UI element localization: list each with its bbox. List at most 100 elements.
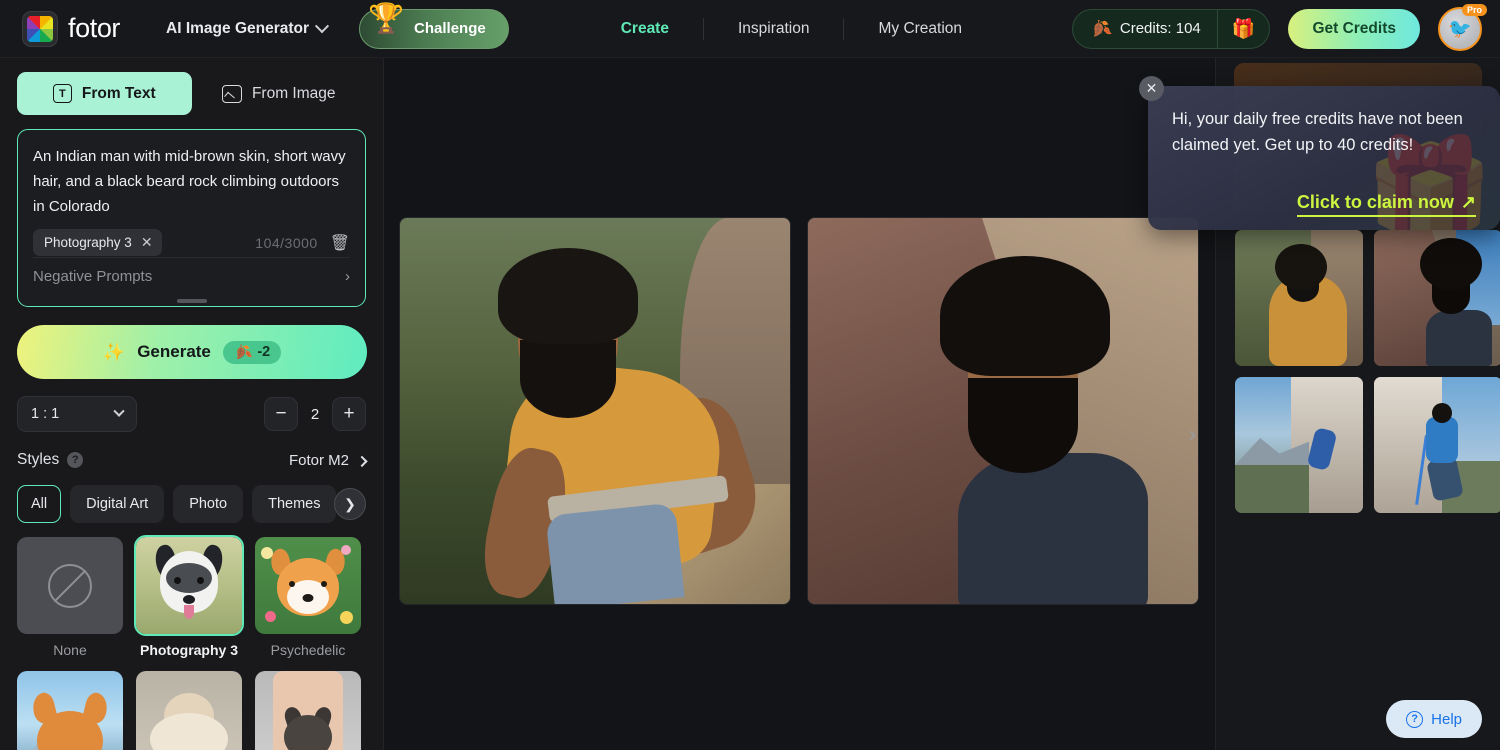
category-all[interactable]: All [17, 485, 62, 523]
fotor-color-wheel-icon [22, 10, 58, 47]
claim-credits-label: Click to claim now [1296, 192, 1454, 212]
aspect-ratio-select[interactable]: 1 : 1 [17, 396, 137, 432]
main-canvas: › [385, 58, 1215, 750]
decrease-count-button[interactable]: − [264, 397, 298, 431]
history-thumbnail-2[interactable] [1374, 230, 1500, 366]
aspect-ratio-value: 1 : 1 [31, 406, 60, 422]
help-button[interactable]: ? Help [1386, 700, 1482, 738]
generated-image-1[interactable] [400, 218, 790, 604]
tab-from-image[interactable]: From Image [192, 72, 367, 115]
shiba-flowers-thumbnail [255, 537, 361, 634]
style-chip-label: Photography 3 [44, 235, 132, 250]
generation-controls-row: 1 : 1 − 2 + [17, 396, 366, 432]
brand-logo[interactable]: fotor [22, 10, 121, 47]
style-option-psychedelic[interactable]: Psychedelic [255, 537, 361, 658]
style-option-row2-1[interactable] [17, 671, 123, 750]
styles-header: Styles ? Fotor M2 [17, 451, 368, 469]
cat-tattoo-thumbnail [255, 671, 361, 750]
history-thumbnail-3[interactable] [1235, 377, 1363, 513]
tab-from-image-label: From Image [251, 84, 336, 102]
history-thumbnail-4[interactable] [1374, 377, 1500, 513]
style-option-row2-3[interactable] [255, 671, 361, 750]
chevron-right-icon: › [345, 268, 350, 285]
chevron-right-icon[interactable]: › [1188, 423, 1197, 448]
generated-image-2[interactable] [808, 218, 1198, 604]
history-thumbnail-grid [1235, 230, 1500, 513]
gift-button[interactable]: 🎁 [1216, 9, 1270, 48]
style-category-row: All Digital Art Photo Themes ❯ [17, 485, 366, 523]
style-grid: None Photography 3 Psychedelic [17, 535, 366, 658]
image-count-value: 2 [310, 405, 320, 423]
category-photo[interactable]: Photo [173, 485, 244, 523]
generate-button[interactable]: ✨ Generate 🍂 -2 [17, 325, 367, 379]
fox-mountains-thumbnail [17, 671, 123, 750]
brand-name: fotor [68, 13, 121, 43]
generate-cost-badge: 🍂 -2 [222, 340, 282, 364]
app-root: fotor AI Image Generator 🏆 Challenge Cre… [0, 0, 1500, 750]
nav-item-my-creation[interactable]: My Creation [844, 18, 996, 40]
close-icon[interactable]: ✕ [1139, 76, 1164, 101]
nav-item-create[interactable]: Create [587, 17, 704, 40]
magic-wand-icon: ✨ [102, 341, 126, 362]
chevron-right-icon [356, 455, 368, 468]
popup-message: Hi, your daily free credits have not bee… [1172, 110, 1463, 154]
style-option-none[interactable]: None [17, 537, 123, 658]
dog-photo-thumbnail [134, 535, 244, 636]
negative-prompts-row[interactable]: Negative Prompts › [33, 257, 350, 295]
left-sidebar: T From Text From Image An Indian man wit… [0, 58, 384, 750]
header-right-cluster: 🍂 Credits: 104 🎁 Get Credits 🐦 Pro [1071, 3, 1487, 51]
text-box-icon: T [52, 84, 72, 103]
main-nav: Create Inspiration My Creation [587, 17, 996, 40]
generate-cost-value: -2 [257, 344, 271, 360]
style-option-none-label: None [53, 642, 87, 658]
category-themes[interactable]: Themes [252, 485, 337, 523]
style-option-psychedelic-label: Psychedelic [270, 642, 346, 658]
chevron-down-icon [113, 405, 125, 417]
style-chip[interactable]: Photography 3 ✕ [33, 229, 162, 256]
generate-label: Generate [137, 342, 211, 361]
style-option-photography-3[interactable]: Photography 3 [134, 535, 244, 658]
style-grid-row-2 [17, 671, 366, 750]
trash-icon[interactable]: 🗑 [330, 233, 350, 253]
get-credits-button[interactable]: Get Credits [1288, 8, 1420, 49]
fluffy-dog-thumbnail [136, 671, 242, 750]
prompt-card[interactable]: An Indian man with mid-brown skin, short… [17, 129, 366, 307]
tab-from-text[interactable]: T From Text [17, 72, 192, 115]
daily-credits-popup: 🎁 Hi, your daily free credits have not b… [1148, 86, 1500, 230]
style-option-photography-3-label: Photography 3 [139, 642, 238, 658]
challenge-label: Challenge [414, 20, 486, 37]
leaf-icon: 🍂 [1088, 17, 1114, 41]
negative-prompts-label: Negative Prompts [33, 268, 153, 285]
image-count-stepper: − 2 + [264, 397, 366, 431]
bird-avatar-icon: 🐦 [1448, 18, 1472, 40]
chevron-right-icon[interactable]: ❯ [334, 488, 366, 520]
styles-title: Styles [17, 451, 60, 468]
credits-label: Credits: 104 [1119, 20, 1201, 37]
avatar[interactable]: 🐦 Pro [1438, 3, 1487, 51]
close-icon[interactable]: ✕ [141, 234, 153, 251]
char-counter: 104/3000 [255, 234, 318, 251]
resize-grip[interactable] [176, 299, 207, 303]
gift-icon: 🎁 [1231, 18, 1256, 40]
model-selector[interactable]: Fotor M2 [289, 452, 368, 469]
results-row [400, 218, 1198, 604]
prompt-input[interactable]: An Indian man with mid-brown skin, short… [33, 144, 350, 219]
history-thumbnail-1[interactable] [1235, 230, 1363, 366]
claim-credits-link[interactable]: Click to claim now ↗ [1296, 192, 1476, 217]
credits-pill[interactable]: 🍂 Credits: 104 🎁 [1071, 8, 1271, 49]
none-slash-icon [17, 537, 123, 634]
tab-from-text-label: From Text [81, 84, 156, 102]
arrow-up-right-icon: ↗ [1460, 192, 1476, 212]
style-option-row2-2[interactable] [136, 671, 242, 750]
question-circle-icon: ? [1406, 710, 1424, 728]
increase-count-button[interactable]: + [332, 397, 366, 431]
image-box-icon [221, 84, 242, 103]
top-header: fotor AI Image Generator 🏆 Challenge Cre… [0, 0, 1500, 58]
product-dropdown[interactable]: AI Image Generator [166, 18, 330, 38]
question-mark-icon[interactable]: ? [67, 452, 84, 468]
product-dropdown-label: AI Image Generator [166, 19, 310, 37]
leaf-icon: 🍂 [231, 341, 254, 363]
category-digital-art[interactable]: Digital Art [70, 485, 165, 523]
nav-item-inspiration[interactable]: Inspiration [704, 17, 845, 40]
challenge-button[interactable]: 🏆 Challenge [359, 4, 509, 49]
